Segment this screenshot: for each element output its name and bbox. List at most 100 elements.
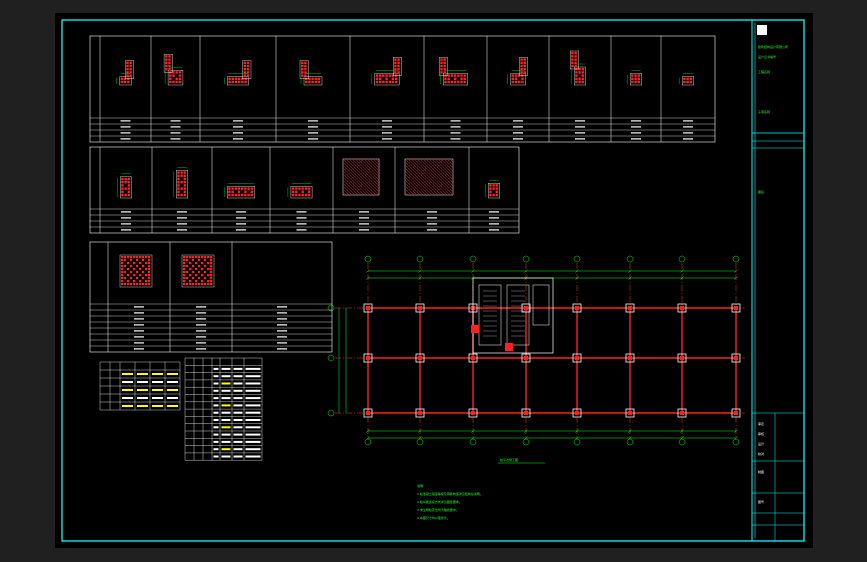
- cell-text-mark: [213, 419, 219, 421]
- cell-text-mark: [575, 132, 585, 134]
- cell-text-mark: [245, 404, 261, 407]
- column-section: [630, 73, 643, 86]
- cell-text-mark: [233, 120, 243, 122]
- column-core: [524, 356, 528, 360]
- cell-text-mark: [233, 448, 243, 451]
- cell-text-mark: [137, 397, 148, 399]
- cell-text-mark: [121, 211, 131, 213]
- cell-text-mark: [196, 324, 206, 326]
- cell-text-mark: [277, 336, 287, 338]
- column-core: [524, 411, 528, 415]
- column-core: [628, 411, 632, 415]
- cell-text-mark: [170, 120, 181, 122]
- cell-text-mark: [196, 336, 206, 338]
- cell-text-mark: [233, 426, 243, 429]
- column-schedules: [89, 35, 716, 353]
- column-core: [734, 356, 738, 360]
- column-section: [163, 54, 173, 73]
- cell-text-mark: [213, 389, 219, 392]
- cell-text-mark: [489, 229, 499, 231]
- cell-text-mark: [233, 132, 243, 134]
- cell-text-mark: [137, 405, 148, 407]
- column-core: [418, 306, 422, 310]
- column-core: [471, 356, 475, 360]
- column-core: [418, 411, 422, 415]
- cell-text-mark: [170, 138, 181, 140]
- cell-text-mark: [427, 229, 437, 231]
- axis-bubble: [469, 438, 477, 446]
- cell-text-mark: [427, 223, 437, 225]
- cell-text-mark: [296, 211, 307, 213]
- cell-text-mark: [233, 126, 243, 128]
- axis-bubble: [469, 255, 477, 263]
- cell-text-mark: [213, 426, 219, 429]
- cell-text-mark: [296, 229, 307, 231]
- tb-line-5: 审定: [758, 421, 764, 426]
- cell-text-mark: [122, 381, 133, 383]
- cell-text-mark: [277, 318, 287, 320]
- cell-text-mark: [233, 382, 243, 385]
- cell-text-mark: [489, 223, 499, 225]
- cell-text-mark: [196, 306, 206, 308]
- cell-text-mark: [213, 404, 219, 407]
- cell-text-mark: [196, 342, 206, 344]
- column-section: [488, 182, 501, 199]
- schedule-table: [89, 146, 520, 234]
- cell-text-mark: [221, 375, 231, 378]
- cell-text-mark: [245, 419, 261, 421]
- cell-text-mark: [221, 426, 231, 429]
- column-section: [175, 170, 188, 199]
- cell-text-mark: [245, 440, 261, 443]
- cell-text-mark: [213, 367, 219, 370]
- cell-text-mark: [213, 448, 219, 451]
- cell-text-mark: [236, 229, 246, 231]
- cad-drawing[interactable]: 建筑结构设计有限公司 设计证书编号 工程名称 子项名称 图名 审定 审核 设计 …: [55, 13, 813, 548]
- tb-line-9: 制图: [758, 469, 764, 474]
- cell-text-mark: [277, 312, 287, 314]
- cell-text-mark: [221, 455, 231, 458]
- cell-text-mark: [359, 229, 369, 231]
- cell-text-mark: [134, 318, 144, 320]
- cell-text-mark: [631, 120, 641, 122]
- logo: [757, 25, 767, 35]
- cell-text-mark: [683, 120, 693, 122]
- cell-text-mark: [134, 330, 144, 332]
- cell-text-mark: [450, 126, 461, 128]
- column-core: [628, 306, 632, 310]
- notes: 说明: 1.柱混凝土强度等级及钢筋构造详见结构总说明。 2.柱纵筋连接方式详见图…: [417, 483, 483, 520]
- axis-bubble: [364, 255, 372, 263]
- cell-text-mark: [296, 217, 307, 219]
- cell-text-mark: [167, 373, 178, 375]
- cell-text-mark: [450, 132, 461, 134]
- cell-text-mark: [121, 223, 131, 225]
- cell-text-mark: [359, 211, 369, 213]
- cell-text-mark: [308, 132, 318, 134]
- cell-text-mark: [134, 336, 144, 338]
- cell-text-mark: [120, 126, 131, 128]
- axis-bubble: [327, 409, 335, 417]
- cell-text-mark: [245, 375, 261, 378]
- cell-text-mark: [245, 389, 261, 392]
- cell-text-mark: [683, 132, 693, 134]
- cell-text-mark: [221, 382, 231, 385]
- axis-bubble: [732, 438, 740, 446]
- cell-text-mark: [221, 419, 231, 421]
- column-section: [393, 57, 402, 76]
- note-2: 2.柱纵筋连接方式详见图集要求。: [417, 499, 462, 504]
- column-core: [575, 411, 579, 415]
- schedule-table: [89, 35, 716, 143]
- axis-bubble: [416, 438, 424, 446]
- cell-text-mark: [213, 433, 219, 436]
- column-core: [734, 306, 738, 310]
- tb-line-8: 校对: [758, 451, 764, 456]
- cell-text-mark: [221, 389, 231, 392]
- cell-text-mark: [134, 312, 144, 314]
- column-section: [299, 60, 309, 79]
- cell-text-mark: [427, 217, 437, 219]
- cell-text-mark: [221, 404, 231, 407]
- cell-text-mark: [152, 373, 163, 375]
- column-section: [374, 73, 400, 86]
- cell-text-mark: [236, 217, 246, 219]
- cell-text-mark: [167, 405, 178, 407]
- column-core: [366, 411, 370, 415]
